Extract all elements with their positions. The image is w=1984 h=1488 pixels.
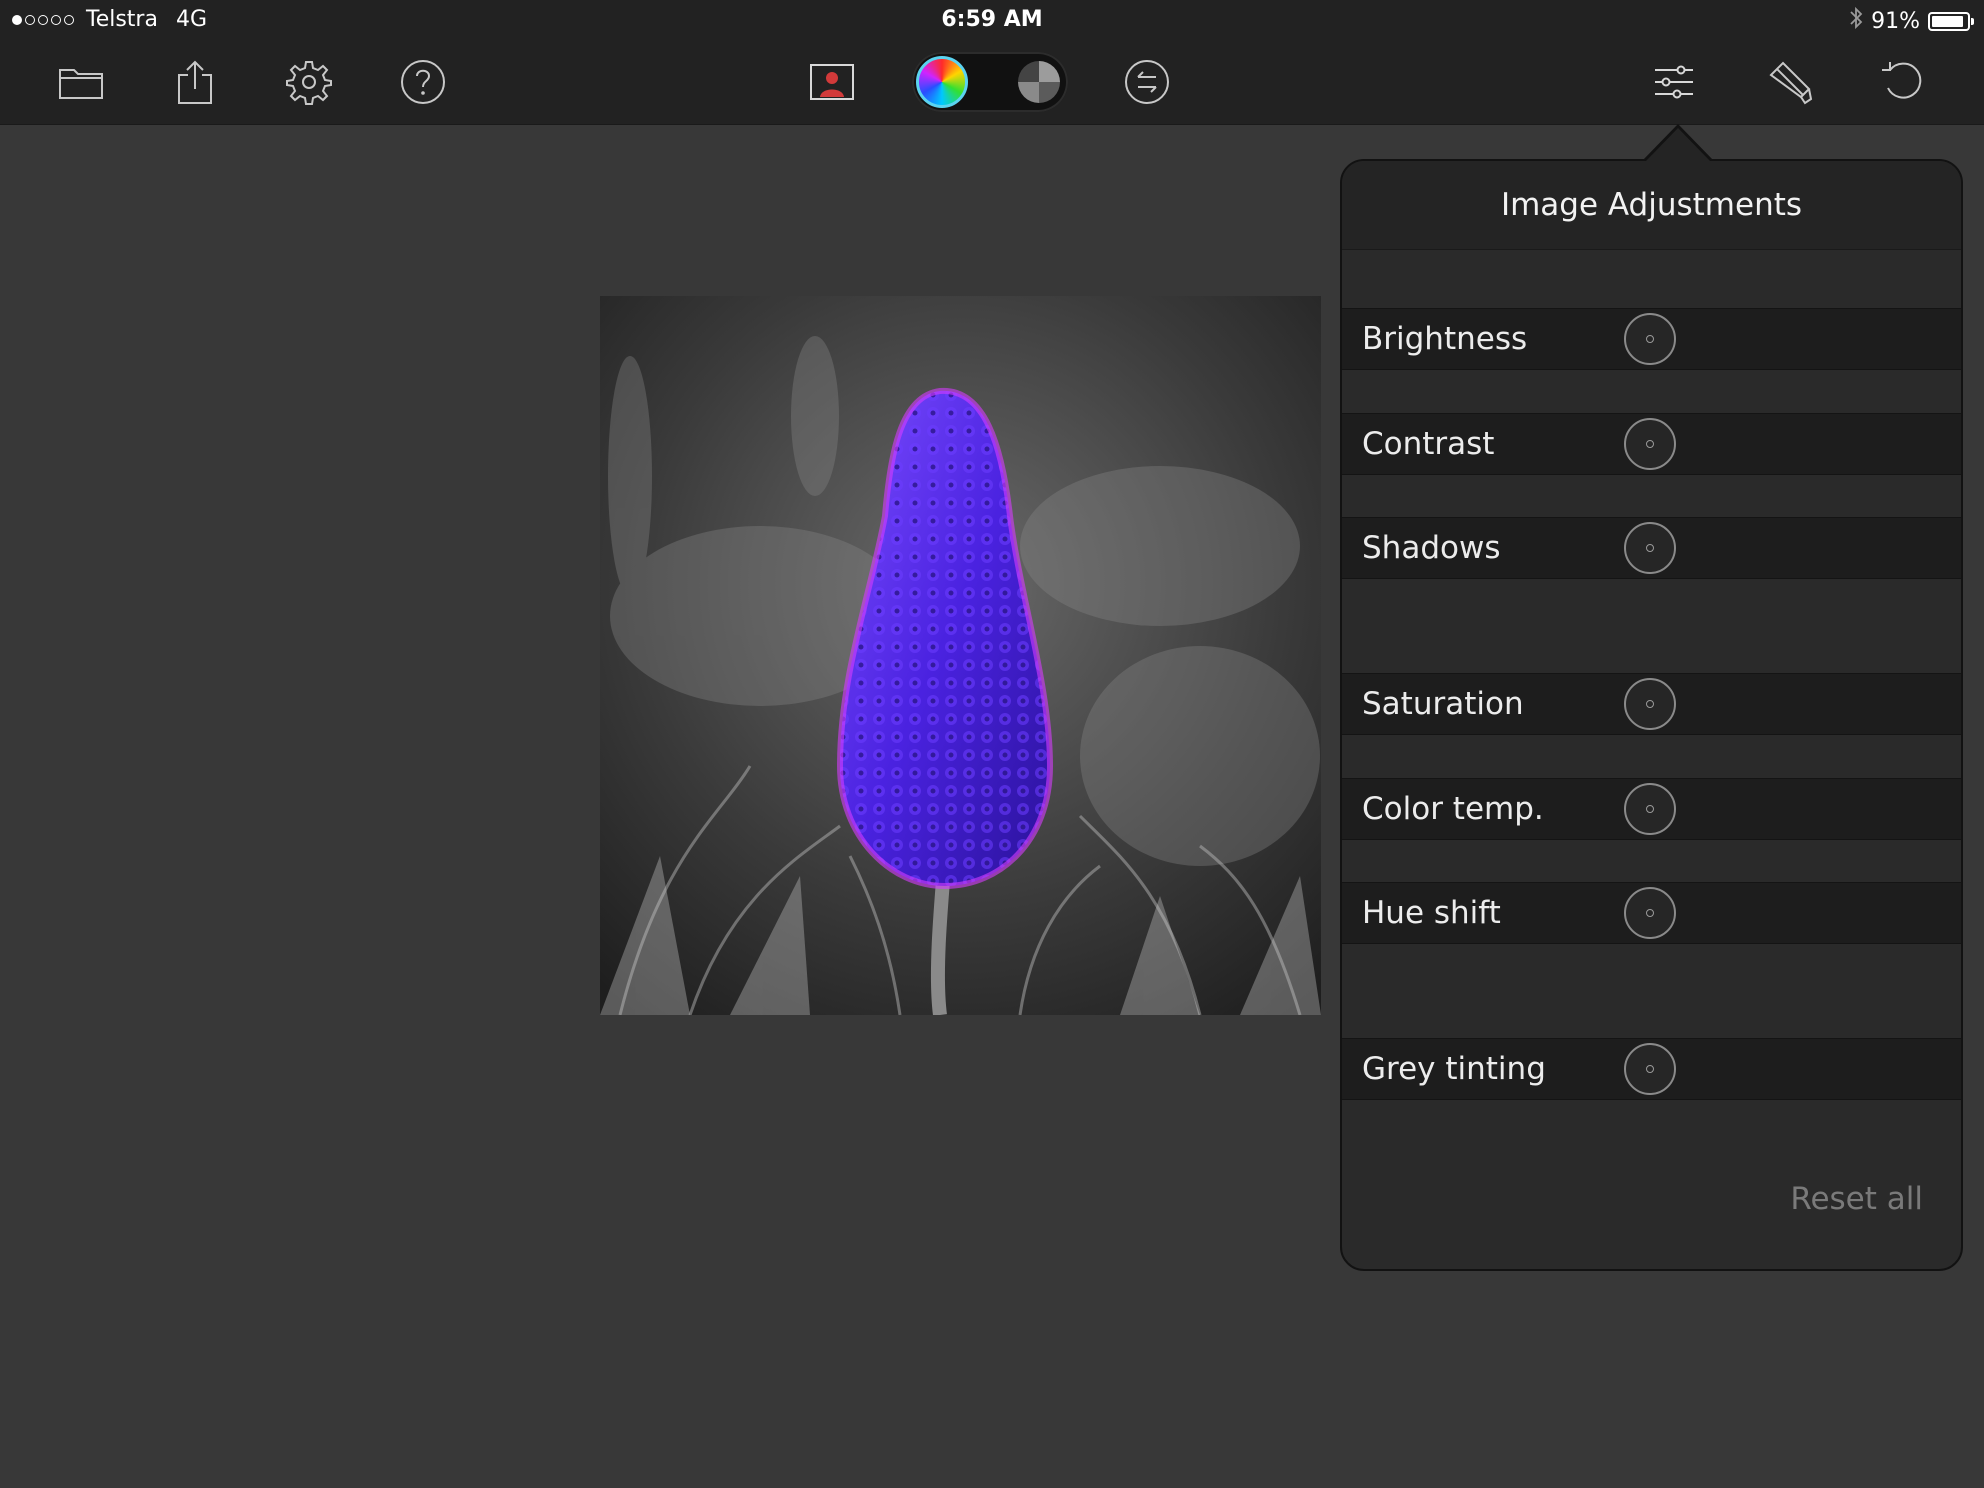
portrait-icon bbox=[809, 63, 855, 101]
bluetooth-icon bbox=[1849, 6, 1863, 36]
color-mode-icon[interactable] bbox=[916, 56, 968, 108]
hue-shift-knob[interactable] bbox=[1624, 887, 1676, 939]
grey-mode-icon[interactable] bbox=[1018, 61, 1060, 103]
adjustment-label: Color temp. bbox=[1362, 791, 1544, 827]
status-right: 91% bbox=[1849, 6, 1974, 36]
status-bar: Telstra 4G 6:59 AM 91% bbox=[0, 0, 1984, 40]
undo-button[interactable] bbox=[1874, 54, 1930, 110]
adjustments-button[interactable] bbox=[1646, 54, 1702, 110]
brush-button[interactable] bbox=[1761, 54, 1817, 110]
swap-icon bbox=[1124, 59, 1170, 105]
toolbar bbox=[0, 40, 1984, 125]
popover-arrow-fill bbox=[1645, 128, 1711, 162]
settings-button[interactable] bbox=[281, 54, 337, 110]
share-icon bbox=[175, 59, 215, 105]
grey-tinting-knob[interactable] bbox=[1624, 1043, 1676, 1095]
portrait-button[interactable] bbox=[804, 54, 860, 110]
adjustment-row-shadows[interactable]: Shadows bbox=[1342, 517, 1961, 579]
reset-all-button[interactable]: Reset all bbox=[1790, 1181, 1923, 1217]
color-grey-toggle bbox=[912, 52, 1068, 112]
adjustment-label: Shadows bbox=[1362, 530, 1501, 566]
adjustment-label: Grey tinting bbox=[1362, 1051, 1546, 1087]
gear-icon bbox=[286, 59, 332, 105]
help-button[interactable] bbox=[395, 54, 451, 110]
shadows-knob[interactable] bbox=[1624, 522, 1676, 574]
brush-icon bbox=[1765, 59, 1813, 105]
popover-title: Image Adjustments bbox=[1342, 161, 1961, 250]
share-button[interactable] bbox=[167, 54, 223, 110]
adjustment-row-grey-tinting[interactable]: Grey tinting bbox=[1342, 1038, 1961, 1100]
adjustment-row-contrast[interactable]: Contrast bbox=[1342, 413, 1961, 475]
adjustment-row-color-temp[interactable]: Color temp. bbox=[1342, 778, 1961, 840]
swap-button[interactable] bbox=[1119, 54, 1175, 110]
status-time: 6:59 AM bbox=[941, 7, 1043, 32]
image-adjustments-popover: Image Adjustments Brightness Contrast Sh… bbox=[1340, 159, 1963, 1271]
saturation-knob[interactable] bbox=[1624, 678, 1676, 730]
open-button[interactable] bbox=[53, 54, 109, 110]
undo-icon bbox=[1879, 60, 1925, 104]
adjustment-row-hue-shift[interactable]: Hue shift bbox=[1342, 882, 1961, 944]
photo-canvas[interactable] bbox=[600, 296, 1321, 1015]
adjustment-label: Brightness bbox=[1362, 321, 1528, 357]
adjustment-label: Contrast bbox=[1362, 426, 1495, 462]
battery-percent: 91% bbox=[1871, 8, 1920, 34]
brightness-knob[interactable] bbox=[1624, 313, 1676, 365]
help-icon bbox=[400, 59, 446, 105]
sliders-icon bbox=[1653, 64, 1695, 100]
adjustment-label: Hue shift bbox=[1362, 895, 1501, 931]
contrast-knob[interactable] bbox=[1624, 418, 1676, 470]
folder-icon bbox=[58, 62, 104, 102]
battery-fill bbox=[1932, 15, 1963, 27]
photo-image bbox=[600, 296, 1321, 1015]
adjustment-row-brightness[interactable]: Brightness bbox=[1342, 308, 1961, 370]
color-temp-knob[interactable] bbox=[1624, 783, 1676, 835]
adjustment-label: Saturation bbox=[1362, 686, 1524, 722]
battery-icon bbox=[1928, 11, 1974, 31]
adjustment-row-saturation[interactable]: Saturation bbox=[1342, 673, 1961, 735]
